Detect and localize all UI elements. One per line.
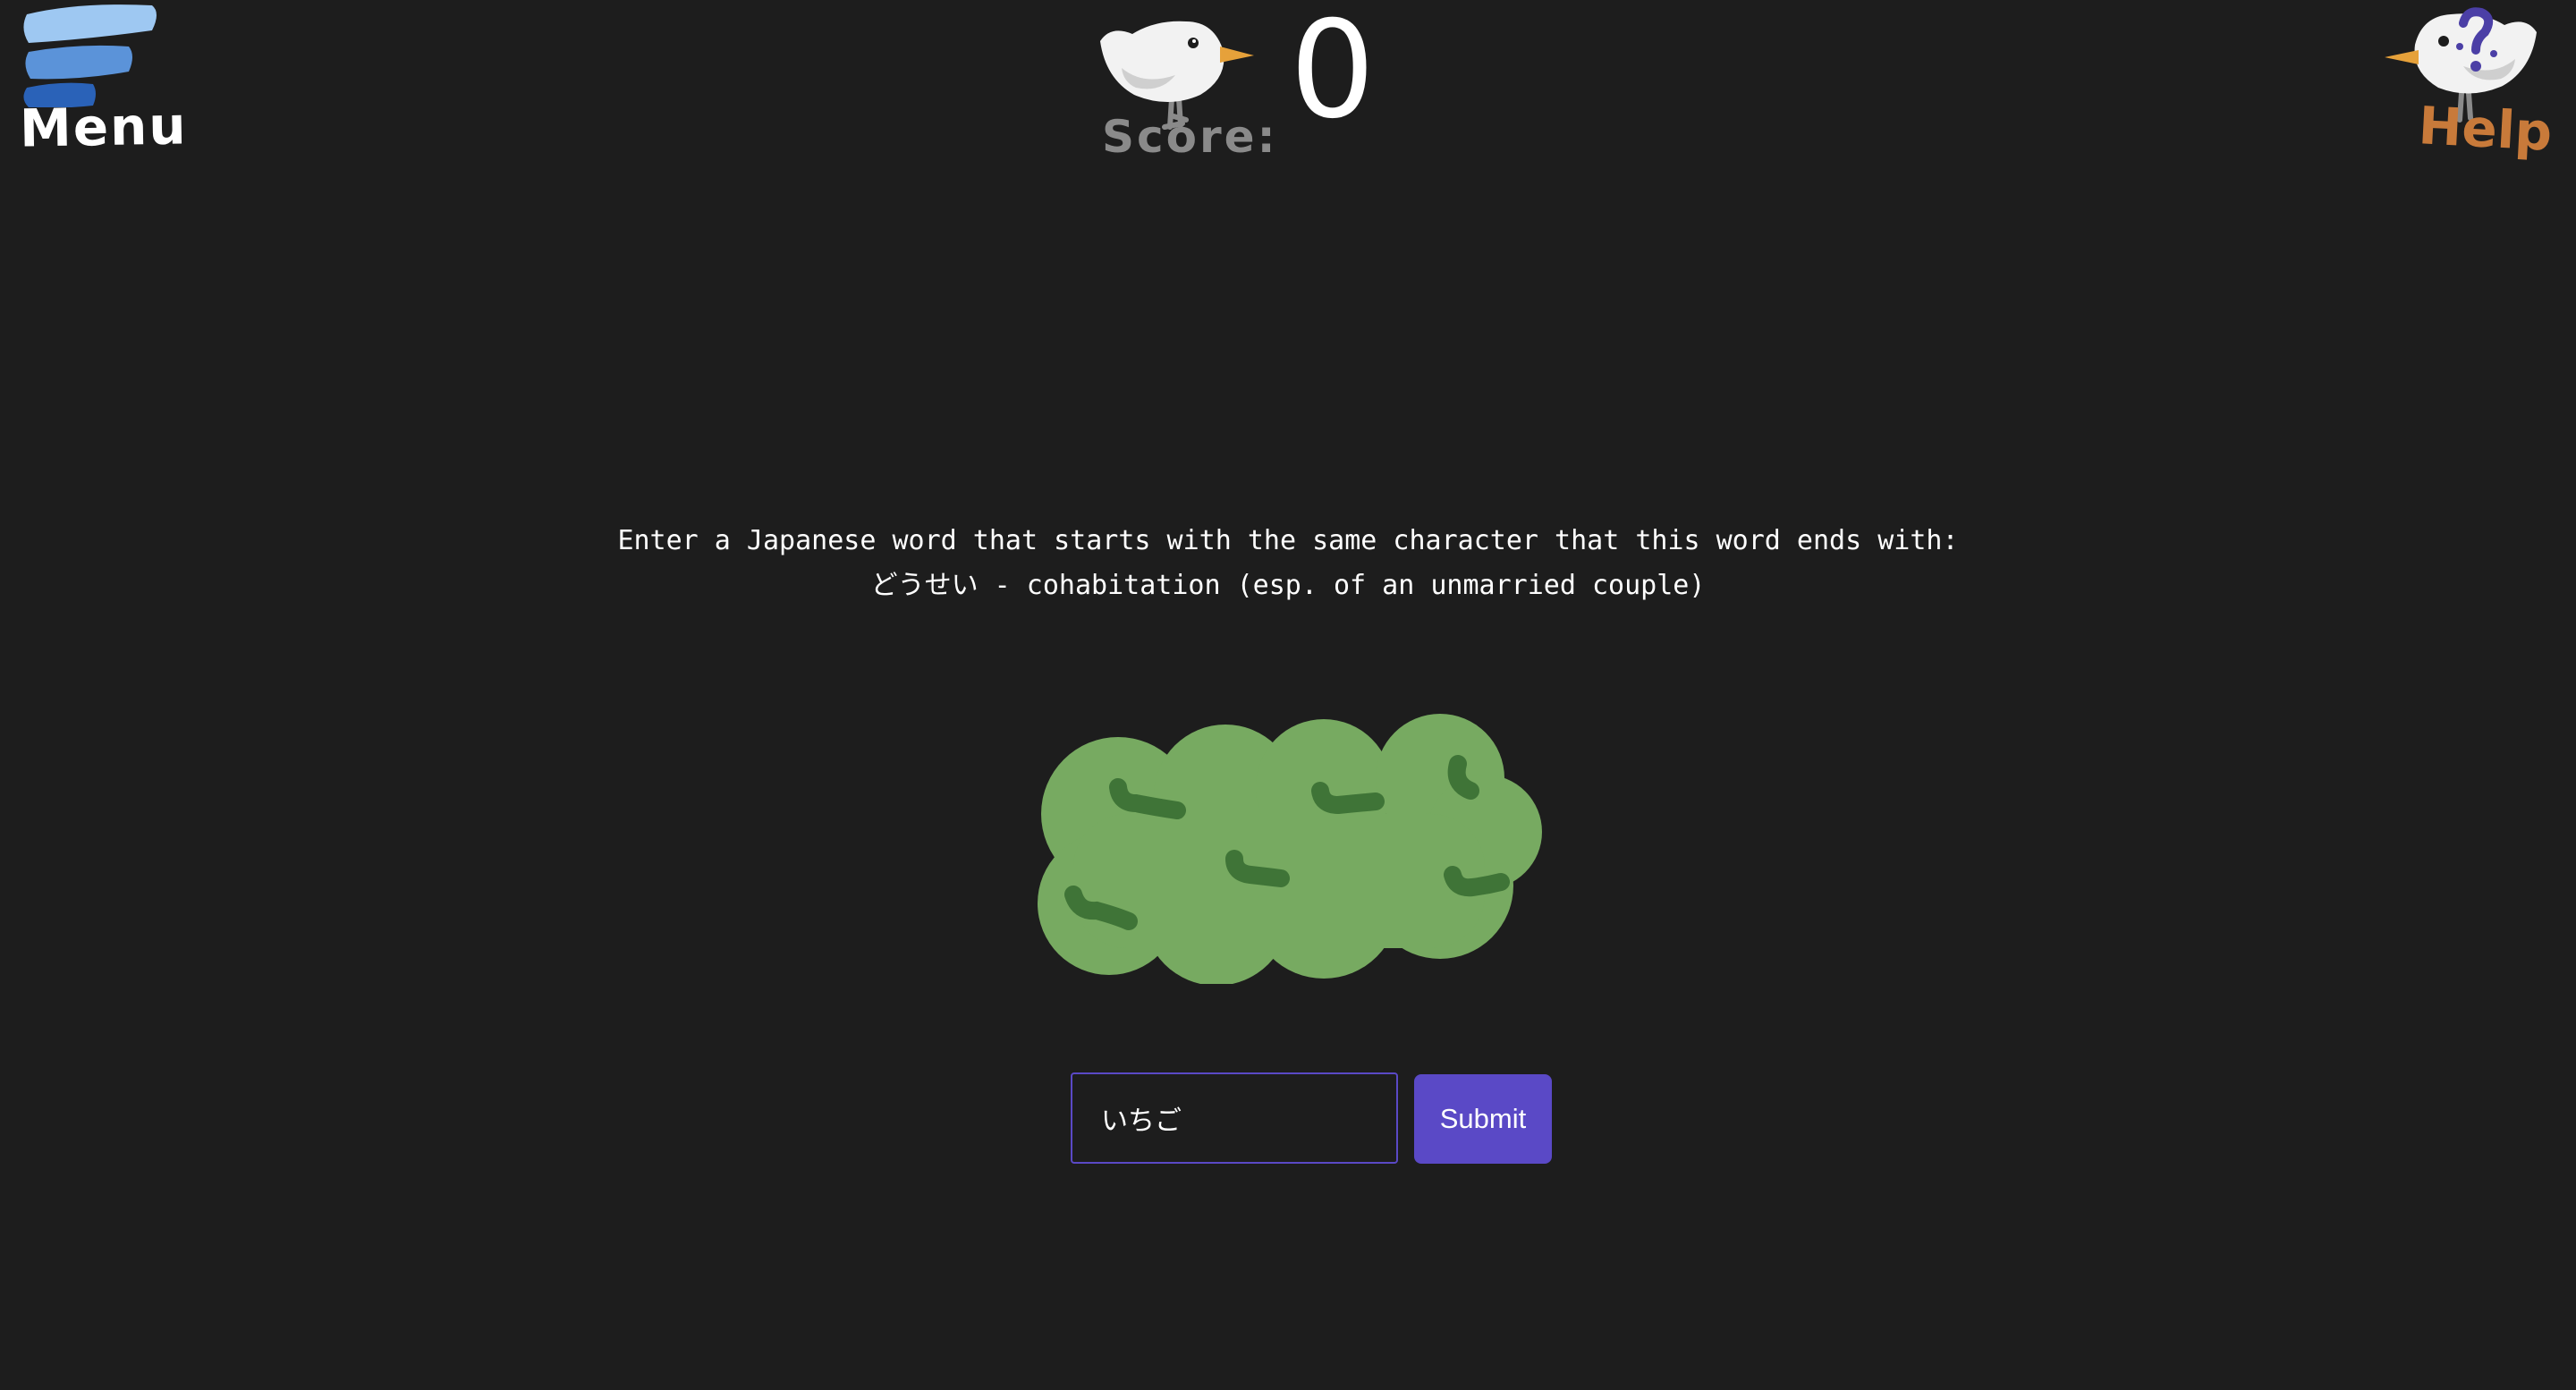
bush-illustration <box>1038 714 1542 984</box>
help-button[interactable]: Help <box>2383 7 2554 177</box>
score-label: Score: <box>1102 111 1278 163</box>
score-display: Score: 0 <box>1091 0 1377 179</box>
help-label: Help <box>2417 95 2554 163</box>
score-value: 0 <box>1290 0 1376 148</box>
prompt-text: Enter a Japanese word that starts with t… <box>0 519 2576 608</box>
menu-button[interactable]: Menu <box>16 0 188 161</box>
prompt-word: どうせい - cohabitation (esp. of an unmarrie… <box>870 570 1706 601</box>
prompt-instruction: Enter a Japanese word that starts with t… <box>617 525 1959 556</box>
game-page: Menu Score: 0 Help Enter a Japanese word… <box>0 0 2576 1390</box>
menu-label: Menu <box>19 95 189 159</box>
answer-input[interactable] <box>1071 1072 1398 1164</box>
submit-button[interactable]: Submit <box>1414 1074 1552 1164</box>
hamburger-menu-icon <box>23 4 157 107</box>
